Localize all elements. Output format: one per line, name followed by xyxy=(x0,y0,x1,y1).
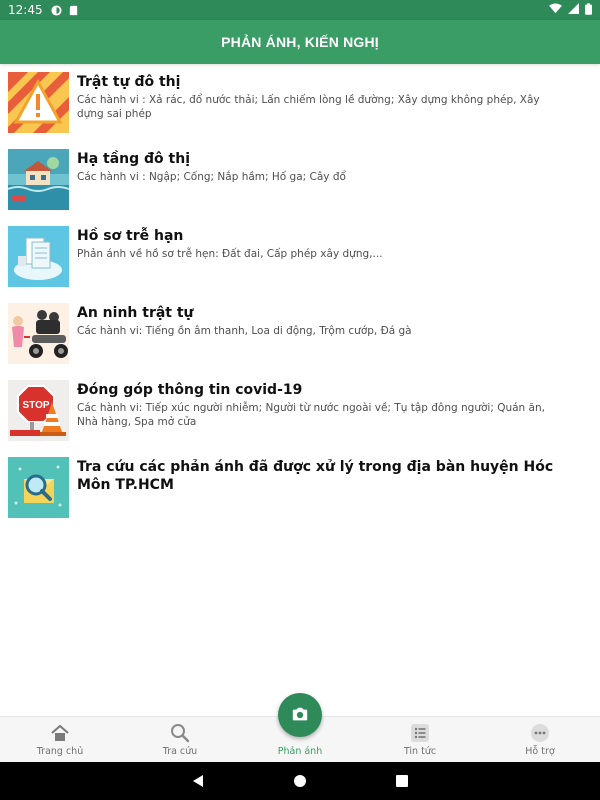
warning-sign-icon xyxy=(8,72,69,133)
list-item-ha-tang-do-thi[interactable]: Hạ tầng đô thị Các hành vi : Ngập; Cống;… xyxy=(0,145,600,222)
item-description: Các hành vi : Ngập; Cống; Nắp hầm; Hố ga… xyxy=(77,171,346,183)
app-header: PHẢN ÁNH, KIẾN NGHỊ xyxy=(0,20,600,64)
nav-home-label: Trang chủ xyxy=(36,746,84,757)
item-title: Hạ tầng đô thị xyxy=(77,151,191,167)
notification-icon xyxy=(51,4,62,16)
item-title: Đóng góp thông tin covid-19 xyxy=(77,382,303,398)
back-icon[interactable] xyxy=(191,774,205,788)
item-title: Hồ sơ trễ hạn xyxy=(77,228,184,244)
item-title: Tra cứu các phản ánh đã được xử lý trong… xyxy=(77,459,554,493)
signal-icon xyxy=(568,3,579,17)
status-bar: 12:45 xyxy=(0,0,600,20)
search-icon xyxy=(171,724,190,743)
nav-news-label: Tin tức xyxy=(403,746,437,757)
more-dots-icon xyxy=(531,724,549,742)
motorbike-thieves-icon xyxy=(8,303,69,364)
home-circle-icon[interactable] xyxy=(293,774,307,788)
list-item-trat-tu-do-thi[interactable]: Trật tự đô thị Các hành vi : Xả rác, đổ … xyxy=(0,68,600,145)
news-list-icon xyxy=(411,724,429,742)
nav-report-label: Phản ánh xyxy=(277,746,323,757)
magnifier-envelope-icon xyxy=(8,457,69,518)
wifi-icon xyxy=(549,3,562,17)
system-navigation-bar xyxy=(0,762,600,800)
status-time: 12:45 xyxy=(8,3,43,17)
item-description: Các hành vi: Tiếng ồn âm thanh, Loa di đ… xyxy=(77,325,412,337)
report-category-list: Trật tự đô thị Các hành vi : Xả rác, đổ … xyxy=(0,68,600,530)
item-title: Trật tự đô thị xyxy=(77,74,181,90)
item-description: Phản ánh về hồ sơ trễ hẹn: Đất đai, Cấp … xyxy=(77,248,383,260)
stop-sign-icon: STOP xyxy=(8,380,69,441)
list-item-an-ninh-trat-tu[interactable]: An ninh trật tự Các hành vi: Tiếng ồn âm… xyxy=(0,299,600,376)
status-right-icons xyxy=(549,2,592,18)
nav-search-label: Tra cứu xyxy=(162,746,198,757)
flooded-house-icon xyxy=(8,149,69,210)
nav-search[interactable]: Tra cứu xyxy=(120,717,240,762)
page-title: PHẢN ÁNH, KIẾN NGHỊ xyxy=(221,34,379,50)
item-title: An ninh trật tự xyxy=(77,305,194,321)
item-description: Các hành vi : Xả rác, đổ nước thải; Lấn … xyxy=(77,94,540,120)
camera-icon xyxy=(292,707,308,721)
nav-support-label: Hỗ trợ xyxy=(525,746,555,757)
list-item-ho-so-tre-han[interactable]: Hồ sơ trễ hạn Phản ánh về hồ sơ trễ hẹn:… xyxy=(0,222,600,299)
nav-home[interactable]: Trang chủ xyxy=(0,717,120,762)
nav-support[interactable]: Hỗ trợ xyxy=(480,717,600,762)
stop-sign-lettering: STOP xyxy=(22,400,49,411)
camera-report-button[interactable] xyxy=(278,693,322,737)
home-icon xyxy=(51,724,69,741)
item-description: Các hành vi: Tiếp xúc người nhiễm; Người… xyxy=(77,402,545,428)
documents-icon xyxy=(8,226,69,287)
list-item-tra-cuu-phan-anh[interactable]: Tra cứu các phản ánh đã được xử lý trong… xyxy=(0,453,600,530)
list-item-covid-19[interactable]: STOP Đóng góp thông tin covid-19 Các hàn… xyxy=(0,376,600,453)
sd-card-icon xyxy=(68,5,79,16)
battery-icon xyxy=(585,2,592,18)
recents-icon[interactable] xyxy=(395,774,409,788)
nav-news[interactable]: Tin tức xyxy=(360,717,480,762)
